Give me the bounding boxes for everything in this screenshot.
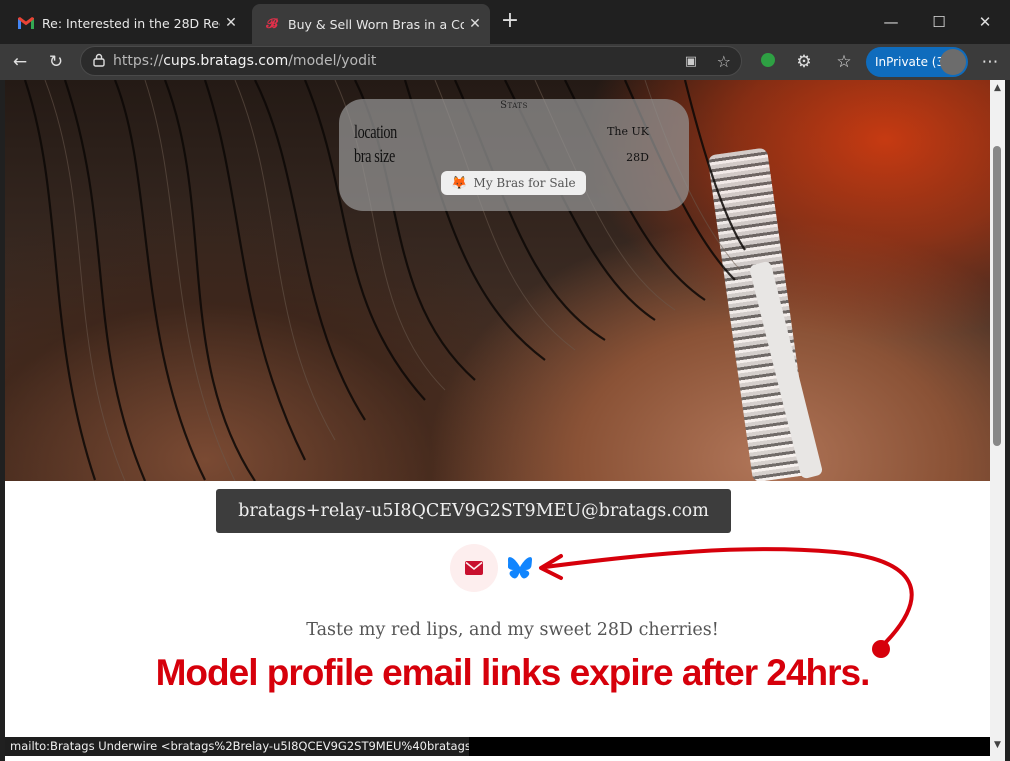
link-status-bar: mailto:Bratags Underwire <bratags%2Brela… — [5, 737, 469, 756]
scroll-up-icon[interactable]: ▲ — [992, 83, 1003, 93]
minimize-button[interactable]: — — [868, 8, 914, 36]
bratags-icon: 𝓑 — [266, 16, 278, 32]
more-menu-icon[interactable]: ⋯ — [976, 48, 1004, 76]
stat-value-bra-size: 28D — [626, 151, 649, 164]
extension-shield-icon[interactable] — [754, 48, 782, 76]
hero-photo: Stats location The UK bra size 28D 🦊 My … — [5, 80, 990, 481]
email-button[interactable] — [450, 544, 498, 592]
scrollbar-thumb[interactable] — [993, 146, 1001, 446]
address-bar[interactable]: https://cups.bratags.com/model/yodit ▣ ☆ — [80, 46, 742, 76]
stats-panel: Stats location The UK bra size 28D 🦊 My … — [339, 99, 689, 211]
close-tab-icon[interactable]: ✕ — [220, 15, 242, 31]
avatar — [940, 49, 966, 75]
envelope-icon — [465, 561, 483, 575]
relay-email-text: bratags+relay-u5I8QCEV9G2ST9MEU@bratags.… — [238, 501, 709, 521]
back-button[interactable]: ← — [6, 48, 34, 76]
reader-view-icon[interactable]: ▣ — [685, 54, 697, 69]
maximize-button[interactable]: ☐ — [916, 8, 962, 36]
tab-bratags[interactable]: 𝓑 Buy & Sell Worn Bras in a Collecti ✕ — [252, 4, 490, 44]
lock-icon — [93, 52, 105, 71]
close-tab-icon[interactable]: ✕ — [464, 16, 486, 32]
favorite-star-icon[interactable]: ☆ — [717, 52, 731, 71]
expiry-notice: Model profile email links expire after 2… — [155, 652, 871, 693]
favorites-icon[interactable]: ☆ — [830, 48, 858, 76]
inprivate-button[interactable]: InPrivate (3) — [866, 47, 968, 77]
scroll-down-icon[interactable]: ▼ — [992, 740, 1003, 750]
fox-icon: 🦊 — [451, 175, 468, 191]
inprivate-label: InPrivate (3) — [875, 55, 949, 69]
close-window-button[interactable]: ✕ — [962, 8, 1008, 36]
stats-heading: Stats — [500, 100, 528, 111]
refresh-button[interactable]: ↻ — [42, 48, 70, 76]
tab-title: Buy & Sell Worn Bras in a Collecti — [288, 16, 464, 32]
profile-tagline: Taste my red lips, and my sweet 28D cher… — [306, 620, 719, 640]
stat-label-location: location — [354, 122, 397, 143]
my-bras-for-sale-button[interactable]: 🦊 My Bras for Sale — [441, 171, 586, 195]
page-scrollbar[interactable]: ▲ ▼ — [990, 80, 1005, 761]
tab-gmail[interactable]: Re: Interested in the 28D Red Bra ✕ — [6, 6, 246, 40]
gmail-icon — [18, 15, 34, 31]
browser-toolbar: ← ↻ https://cups.bratags.com/model/yodit… — [0, 44, 1010, 80]
bluesky-icon[interactable] — [508, 556, 532, 580]
stat-label-bra-size: bra size — [354, 146, 395, 167]
url-text: https://cups.bratags.com/model/yodit — [113, 53, 377, 69]
page-viewport: Stats location The UK bra size 28D 🦊 My … — [5, 80, 990, 761]
tab-title: Re: Interested in the 28D Red Bra — [42, 15, 220, 31]
extensions-puzzle-icon[interactable]: ⚙ — [790, 48, 818, 76]
my-bras-label: My Bras for Sale — [473, 176, 576, 190]
relay-email-box[interactable]: bratags+relay-u5I8QCEV9G2ST9MEU@bratags.… — [216, 489, 731, 533]
new-tab-button[interactable]: + — [498, 10, 522, 34]
stat-value-location: The UK — [607, 125, 649, 138]
page-bottom-bar — [469, 737, 990, 756]
title-bar: Re: Interested in the 28D Red Bra ✕ 𝓑 Bu… — [0, 0, 1010, 44]
